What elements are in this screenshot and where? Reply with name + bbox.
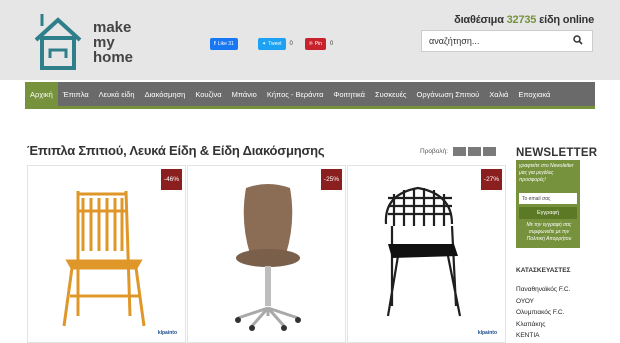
nav-item[interactable]: Εποχιακά (513, 82, 555, 106)
pin-count: 0 (329, 41, 334, 47)
main-navigation: Αρχική Έπιπλα Λευκά είδη Διακόσμηση Κουζίνα Μ… (25, 82, 595, 106)
search-icon[interactable] (573, 35, 583, 48)
tweet-button[interactable]: ✦ Tweet (258, 38, 286, 50)
nav-item[interactable]: Συσκευές (370, 82, 412, 106)
pin-label: Pin (314, 41, 322, 47)
nav-item[interactable]: Κήπος - Βεράντα (262, 82, 329, 106)
manufacturer-link[interactable]: Παναθηναϊκός F.C. (516, 284, 570, 296)
nav-item[interactable]: Έπιπλα (58, 82, 94, 106)
discount-badge: -25% (321, 169, 342, 190)
newsletter-email-field[interactable] (519, 193, 577, 204)
nav-item[interactable]: Οργάνωση Σπιτιού (412, 82, 485, 106)
facebook-icon: f (214, 41, 216, 47)
manufacturer-link[interactable]: ΚΕΝΤΙΑ (516, 330, 570, 342)
nav-item[interactable]: Κουζίνα (190, 82, 226, 106)
page-title: Έπιπλα Σπιτιού, Λευκά Είδη & Είδη Διακόσ… (27, 143, 325, 158)
nav-item[interactable]: Μπάνιο (227, 82, 262, 106)
product-card[interactable]: -25% (187, 165, 346, 343)
list-view-icon[interactable] (468, 147, 481, 156)
manufacturers-list: Παναθηναϊκός F.C. ΟΥΟΥ Ολυμπιακός F.C. Κλαπ… (516, 284, 570, 342)
product-card[interactable]: -46% klpainto (27, 165, 186, 343)
facebook-like-label: Like 31 (217, 41, 234, 47)
manufacturer-link[interactable]: Κλαπάκης (516, 319, 570, 331)
discount-badge: -27% (481, 169, 502, 190)
nav-item[interactable]: Φοιτητικά (328, 82, 370, 106)
nav-item[interactable]: Χαλιά (484, 82, 513, 106)
product-card[interactable]: -27% klpainto (347, 165, 506, 343)
logo-line-2: my (93, 34, 115, 51)
manufacturer-link[interactable]: Ολυμπιακός F.C. (516, 307, 570, 319)
metal-chair-image (62, 190, 146, 327)
nav-item[interactable]: Διακόσμηση (140, 82, 191, 106)
compact-view-icon[interactable] (483, 147, 496, 156)
manufacturer-link[interactable]: ΟΥΟΥ (516, 296, 570, 308)
nav-accent-strip (25, 106, 595, 109)
availability-text: διαθέσιμα 32735 είδη online (454, 14, 594, 26)
nav-item[interactable]: Αρχική (25, 82, 58, 106)
newsletter-box: γραφτείτε στο Newsletter μας για μεγάλες… (516, 160, 580, 248)
newsletter-title: NEWSLETTER (516, 147, 598, 159)
facebook-like-button[interactable]: f Like 31 (210, 38, 238, 50)
newsletter-terms[interactable]: Με την εγγραφή σας συμφωνείτε με την Πολ… (519, 222, 579, 243)
discount-badge: -46% (161, 169, 182, 190)
nav-item[interactable]: Λευκά είδη (94, 82, 140, 106)
facebook-like[interactable]: f Like 31 (210, 38, 238, 50)
brand-logo: klpainto (157, 330, 177, 336)
pinterest-share[interactable]: ℗ Pin 0 (305, 38, 333, 50)
tweet-count: 0 (289, 41, 293, 47)
logo-line-1: make (93, 19, 132, 36)
rattan-chair-image (384, 186, 462, 317)
search-box (421, 30, 593, 52)
availability-prefix: διαθέσιμα (454, 14, 504, 26)
newsletter-submit-button[interactable]: Εγγραφή (519, 207, 577, 219)
view-toggle (453, 147, 496, 156)
manufacturers-title: ΚΑΤΑΣΚΕΥΑΣΤΕΣ (516, 267, 571, 274)
header: make my home f Like 31 ✦ Tweet 0 ℗ Pin 0… (0, 0, 620, 80)
logo-line-3: home (93, 49, 134, 66)
search-input[interactable] (422, 31, 562, 51)
view-label: Προβολή: (420, 148, 448, 155)
newsletter-description: γραφτείτε στο Newsletter μας για μεγάλες… (519, 163, 574, 183)
tweet-label: Tweet (268, 41, 282, 47)
availability-count: 32735 (506, 14, 537, 26)
office-chair-image (235, 184, 301, 331)
site-logo[interactable]: make my home (28, 8, 138, 76)
availability-suffix: είδη online (539, 14, 594, 26)
pinterest-icon: ℗ (309, 41, 313, 47)
pin-button[interactable]: ℗ Pin (305, 38, 326, 50)
twitter-icon: ✦ (262, 41, 267, 47)
logo-text: make my home (93, 20, 133, 65)
grid-view-icon[interactable] (453, 147, 466, 156)
twitter-share[interactable]: ✦ Tweet 0 (258, 38, 293, 50)
brand-logo: klpainto (477, 330, 497, 336)
